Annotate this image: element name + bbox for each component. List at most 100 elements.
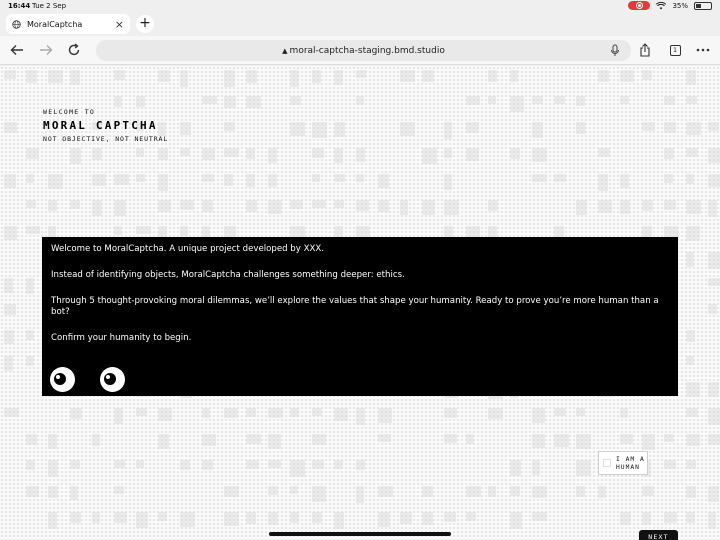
pixel-block <box>290 122 305 136</box>
pixel-block <box>708 512 716 529</box>
arrow-right-icon <box>40 45 53 55</box>
pixel-block <box>70 200 80 209</box>
new-tab-button[interactable]: + <box>136 15 154 33</box>
pixel-block <box>532 434 545 448</box>
pixel-block <box>400 200 408 215</box>
pixel-block <box>686 122 701 135</box>
pixel-block <box>26 174 34 183</box>
pixel-block <box>70 408 82 419</box>
pixel-block <box>268 486 278 495</box>
pixel-block <box>466 434 474 444</box>
pixel-block <box>554 96 565 104</box>
more-dots-icon <box>696 48 710 52</box>
pixel-block <box>686 356 694 365</box>
pixel-block <box>686 460 696 469</box>
pixel-block <box>246 148 255 159</box>
pixel-block <box>48 174 63 189</box>
pixel-block <box>180 122 191 135</box>
pixel-block <box>488 486 496 497</box>
pixel-block <box>356 408 365 425</box>
pixel-block <box>290 460 305 477</box>
pixel-block <box>466 122 479 133</box>
pixel-block <box>246 408 256 417</box>
pixel-block <box>510 512 522 529</box>
close-tab-icon[interactable]: × <box>115 19 124 30</box>
pixel-block <box>4 330 14 344</box>
browser-tab[interactable]: MoralCaptcha × <box>6 14 130 34</box>
pixel-block <box>686 408 698 417</box>
pixel-block <box>400 122 415 136</box>
pixel-block <box>532 460 540 475</box>
pixel-block <box>686 96 697 104</box>
pixel-block <box>268 174 277 187</box>
pixel-block <box>466 226 480 237</box>
reload-button[interactable] <box>66 42 82 58</box>
intro-line-3: Through 5 thought-provoking moral dilemm… <box>51 296 659 317</box>
pixel-block <box>180 200 194 210</box>
pixel-block <box>378 434 391 442</box>
pixel-block <box>576 486 585 497</box>
pixel-block <box>708 408 720 425</box>
pixel-block <box>246 70 257 83</box>
pixel-block <box>422 70 434 82</box>
address-bar[interactable]: ▲ moral-captcha-staging.bmd.studio <box>96 40 631 61</box>
pixel-block <box>312 122 327 138</box>
pixel-block <box>70 70 80 85</box>
pixel-block <box>26 460 35 470</box>
pixel-block <box>576 200 587 215</box>
i-am-human-button[interactable]: I AM A HUMAN <box>598 451 648 475</box>
pixel-block <box>686 486 696 498</box>
pixel-block <box>114 174 129 185</box>
pixel-block <box>356 200 369 211</box>
pixel-block <box>48 70 63 83</box>
share-button[interactable] <box>637 42 653 58</box>
pixel-block <box>92 512 100 523</box>
pixel-block <box>708 382 719 397</box>
microphone-icon[interactable] <box>609 44 621 57</box>
tabs-button[interactable]: 1 <box>667 42 683 58</box>
pixel-block <box>708 148 720 163</box>
pixel-block <box>488 70 497 82</box>
pixel-block <box>510 460 521 476</box>
pixel-block <box>664 512 677 523</box>
pixel-block <box>202 96 217 104</box>
pixel-block <box>686 252 694 267</box>
pixel-block <box>444 148 452 158</box>
pixel-block <box>444 408 457 418</box>
pixel-block <box>26 226 40 234</box>
pixel-block <box>510 148 520 159</box>
pixel-block <box>378 512 390 527</box>
pixel-block <box>554 434 569 447</box>
pixel-block <box>642 512 651 525</box>
pixel-block <box>4 70 16 79</box>
pixel-block <box>466 486 481 497</box>
site-icon: ▲ <box>282 46 288 55</box>
pixel-block <box>576 408 585 416</box>
pixel-block <box>554 174 566 182</box>
pixel-block <box>136 460 144 468</box>
pixel-block <box>356 460 365 470</box>
pixel-block <box>312 70 321 83</box>
pixel-block <box>158 174 168 191</box>
back-button[interactable] <box>9 42 25 58</box>
pixel-block <box>180 460 190 470</box>
pixel-block <box>4 356 13 371</box>
next-button[interactable]: NEXT <box>639 530 678 540</box>
pixel-block <box>48 460 58 477</box>
pixel-block <box>598 174 608 191</box>
pixel-block <box>620 200 630 214</box>
welcome-label: WELCOME TO <box>43 108 96 116</box>
pixel-block <box>4 278 13 293</box>
pixel-block <box>708 278 720 286</box>
pixel-block <box>48 512 57 529</box>
pixel-block <box>686 148 698 157</box>
forward-button[interactable] <box>38 42 54 58</box>
human-checkbox[interactable] <box>603 459 611 467</box>
pixel-block <box>158 148 168 160</box>
brand-header: WELCOME TO MORAL CAPTCHA NOT OBJECTIVE, … <box>43 108 168 143</box>
pixel-block <box>334 70 343 85</box>
pixel-block <box>708 174 720 187</box>
more-button[interactable] <box>695 42 711 58</box>
pixel-block <box>290 70 299 87</box>
pixel-block <box>334 200 344 208</box>
